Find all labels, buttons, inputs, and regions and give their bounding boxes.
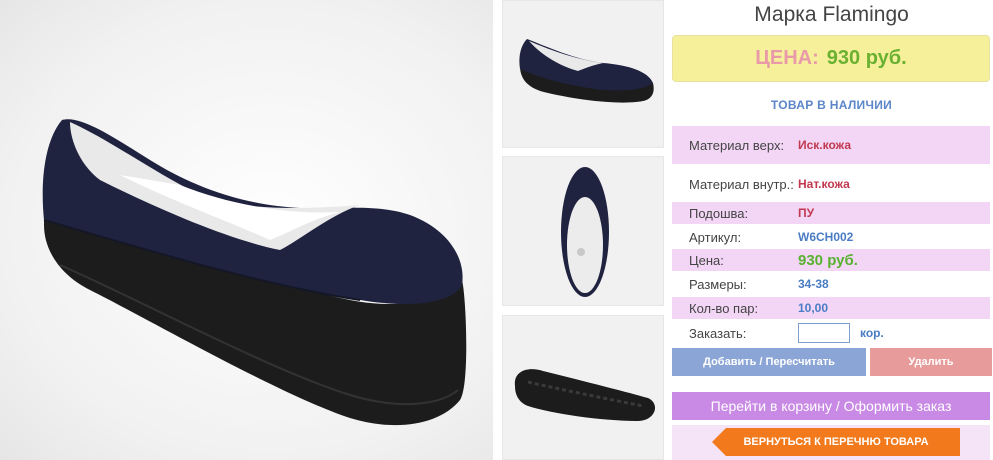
- shoe-thumbnail-image: [519, 39, 654, 103]
- spec-label: Материал верх:: [689, 137, 785, 153]
- spec-value: Иск.кожа: [798, 138, 851, 152]
- order-row: Заказать: кор.: [672, 321, 990, 345]
- shoe-thumbnail-image: [514, 369, 656, 421]
- spec-value: W6CH002: [798, 230, 854, 244]
- spec-row-inner-material: Материал внутр.: Нат.кожа: [672, 167, 990, 201]
- spec-value: Нат.кожа: [798, 177, 850, 191]
- spec-row-upper-material: Материал верх: Иск.кожа: [672, 126, 990, 164]
- spec-value: 34-38: [798, 277, 829, 291]
- price-label: ЦЕНА:: [755, 47, 819, 69]
- shoe-thumbnail-image: [561, 167, 609, 297]
- spec-label: Подошва:: [689, 205, 749, 221]
- delete-button[interactable]: Удалить: [870, 348, 992, 376]
- availability-status: ТОВАР В НАЛИЧИИ: [770, 98, 893, 112]
- back-button-container: ВЕРНУТЬСЯ К ПЕРЕЧНЮ ТОВАРА: [672, 425, 990, 460]
- spec-row-article: Артикул: W6CH002: [672, 226, 990, 248]
- main-product-photo[interactable]: [0, 0, 493, 460]
- spec-value: 10,00: [798, 301, 829, 315]
- shoe-side-image: [42, 119, 467, 426]
- back-to-list-button[interactable]: ВЕРНУТЬСЯ К ПЕРЕЧНЮ ТОВАРА: [712, 428, 960, 456]
- spec-value: 930 руб.: [798, 251, 858, 269]
- spec-label: Цена:: [689, 252, 724, 268]
- spec-label: Материал внутр.:: [689, 176, 794, 192]
- spec-label: Размеры:: [689, 276, 747, 292]
- thumbnail-top-view[interactable]: [502, 156, 664, 306]
- add-recalculate-button[interactable]: Добавить / Пересчитать: [672, 348, 866, 376]
- spec-row-sizes: Размеры: 34-38: [672, 273, 990, 295]
- spec-label: Артикул:: [689, 229, 742, 245]
- order-unit: кор.: [860, 326, 884, 340]
- spec-row-sole: Подошва: ПУ: [672, 202, 990, 224]
- thumbnail-sole-view[interactable]: [502, 315, 664, 460]
- price-value: 930 руб.: [826, 47, 907, 69]
- spec-value: ПУ: [798, 206, 815, 220]
- spec-label: Кол-во пар:: [689, 300, 759, 316]
- product-info-panel: Марка Flamingo ЦЕНА: 930 руб. ТОВАР В НА…: [670, 0, 993, 460]
- order-label: Заказать:: [689, 325, 747, 341]
- order-quantity-input[interactable]: [798, 323, 850, 343]
- brand-title: Марка Flamingo: [754, 3, 909, 26]
- spec-row-price: Цена: 930 руб.: [672, 249, 990, 271]
- price-banner: ЦЕНА: 930 руб.: [672, 35, 990, 82]
- spec-row-pairs: Кол-во пар: 10,00: [672, 297, 990, 319]
- thumbnail-side-view[interactable]: [502, 0, 664, 148]
- go-to-cart-button[interactable]: Перейти в корзину / Оформить заказ: [672, 392, 990, 420]
